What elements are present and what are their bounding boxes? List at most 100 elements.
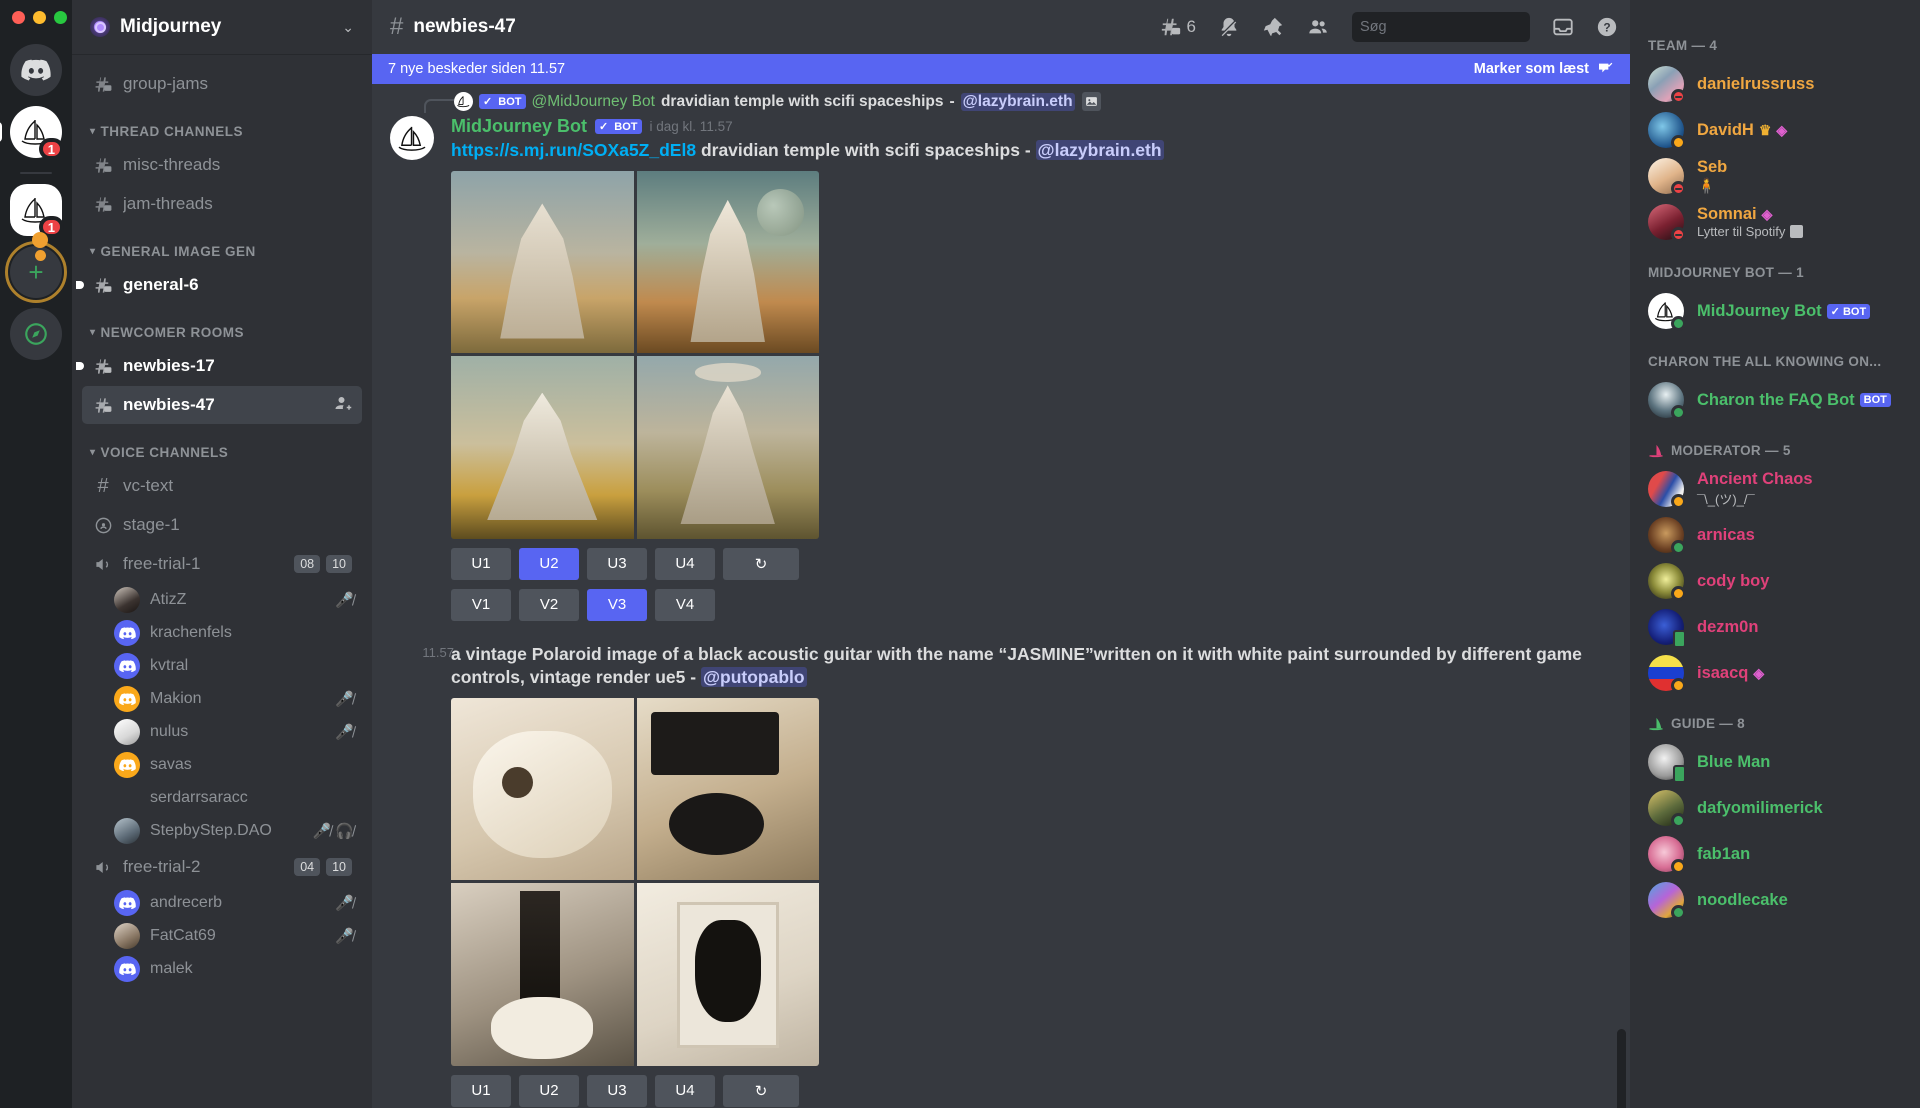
- voice-member-serdarrsaracc[interactable]: serdarrsaracc: [106, 782, 362, 814]
- search-input[interactable]: [1360, 19, 1547, 35]
- category-thread-channels[interactable]: ▾ THREAD CHANNELS: [72, 104, 372, 145]
- bot-badge: BOT: [1859, 393, 1891, 407]
- guild-header[interactable]: Midjourney ⌄: [72, 0, 372, 54]
- button-u3[interactable]: U3: [587, 1074, 647, 1107]
- member-row[interactable]: DavidH ♛ ◈: [1640, 107, 1910, 153]
- message-list[interactable]: ✓ BOT @MidJourney Bot dravidian temple w…: [372, 84, 1630, 1108]
- bell-muted-icon[interactable]: [1218, 16, 1240, 38]
- button-v4[interactable]: V4: [655, 588, 715, 621]
- image-cell[interactable]: [636, 356, 819, 539]
- voice-member-makion[interactable]: Makion 🎤̸: [106, 683, 362, 715]
- image-grid-dravidian-temple[interactable]: [451, 170, 819, 539]
- voice-member-krachenfels[interactable]: krachenfels: [106, 617, 362, 649]
- image-cell[interactable]: [636, 170, 819, 354]
- member-row[interactable]: isaacq ◈: [1640, 650, 1910, 696]
- maximize-button[interactable]: [54, 11, 67, 24]
- close-button[interactable]: [12, 11, 25, 24]
- member-row[interactable]: noodlecake: [1640, 877, 1910, 923]
- voice-member-kvtral[interactable]: kvtral: [106, 650, 362, 682]
- member-row[interactable]: Seb 🧍: [1640, 153, 1910, 199]
- search-box[interactable]: [1352, 12, 1547, 42]
- button-u2[interactable]: U2: [519, 1074, 579, 1107]
- member-row[interactable]: cody boy: [1640, 558, 1910, 604]
- sidebar-channel-newbies-17[interactable]: newbies-47 newbies-17: [76, 347, 362, 385]
- button-u4[interactable]: U4: [655, 1074, 715, 1107]
- image-grid-jasmine-guitar[interactable]: [451, 697, 819, 1066]
- message-scrollbar[interactable]: [1617, 1029, 1626, 1108]
- voice-member-atizz[interactable]: AtizZ 🎤̸: [106, 584, 362, 616]
- sidebar-channel-free-trial-2[interactable]: free-trial-2 04 10: [82, 848, 362, 886]
- category-newcomer-rooms[interactable]: ▾ NEWCOMER ROOMS: [72, 305, 372, 346]
- button-u2[interactable]: U2: [519, 547, 579, 580]
- pin-icon[interactable]: [1262, 16, 1284, 38]
- category-general-image-gen[interactable]: ▾ GENERAL IMAGE GEN: [72, 224, 372, 265]
- member-list[interactable]: TEAM — 4 danielrussruss DavidH ♛ ◈ Seb 🧍: [1630, 0, 1920, 1108]
- reply-mention[interactable]: @lazybrain.eth: [960, 92, 1075, 111]
- reply-reference[interactable]: ✓ BOT @MidJourney Bot dravidian temple w…: [390, 88, 1612, 114]
- minimize-button[interactable]: [33, 11, 46, 24]
- button-u1[interactable]: U1: [451, 1074, 511, 1107]
- voice-member-savas[interactable]: savas: [106, 749, 362, 781]
- sidebar-channel-jam-threads[interactable]: jam-threads: [82, 185, 362, 223]
- sidebar-channel-newbies-47[interactable]: newbies-47: [82, 386, 362, 424]
- member-row[interactable]: Somnai ◈ Lytter til Spotify: [1640, 199, 1910, 245]
- chevron-down-icon[interactable]: ⌄: [342, 19, 354, 36]
- voice-member-nulus[interactable]: nulus 🎤̸: [106, 716, 362, 748]
- image-cell[interactable]: [451, 356, 634, 539]
- sidebar-channel-free-trial-1[interactable]: free-trial-1 08 10: [82, 545, 362, 583]
- button-reroll[interactable]: ↻: [723, 547, 799, 580]
- voice-member-fatcat69[interactable]: FatCat69 🎤̸: [106, 920, 362, 952]
- member-row[interactable]: Ancient Chaos ¯\_(ツ)_/¯: [1640, 466, 1910, 512]
- channel-list[interactable]: group-jams ▾ THREAD CHANNELS misc-thread…: [72, 54, 372, 1108]
- member-row[interactable]: dezm0n: [1640, 604, 1910, 650]
- avatar[interactable]: [390, 116, 434, 160]
- voice-member-stepbystepdao[interactable]: StepbyStep.DAO 🎤̸ 🎧̸: [106, 815, 362, 847]
- member-row[interactable]: danielrussruss: [1640, 61, 1910, 107]
- member-row[interactable]: arnicas: [1640, 512, 1910, 558]
- mark-as-read-button[interactable]: Marker som læst: [1474, 61, 1614, 77]
- button-v1[interactable]: V1: [451, 588, 511, 621]
- button-u4[interactable]: U4: [655, 547, 715, 580]
- server-icon-midjourney-2[interactable]: 1: [10, 184, 64, 238]
- help-icon[interactable]: ?: [1596, 16, 1618, 38]
- button-reroll[interactable]: ↻: [723, 1074, 799, 1107]
- sidebar-channel-group-jams[interactable]: group-jams: [82, 65, 362, 103]
- create-invite-icon[interactable]: [334, 394, 352, 416]
- button-u1[interactable]: U1: [451, 547, 511, 580]
- member-row[interactable]: Blue Man: [1640, 739, 1910, 785]
- message-mention[interactable]: @putopablo: [700, 667, 807, 688]
- members-icon[interactable]: [1306, 16, 1330, 38]
- voice-member-andrecerb[interactable]: andrecerb 🎤̸: [106, 887, 362, 919]
- member-row[interactable]: Charon the FAQ Bot BOT: [1640, 377, 1910, 423]
- discord-home-icon[interactable]: [10, 44, 62, 96]
- window-traffic-lights[interactable]: [12, 11, 67, 24]
- message-link[interactable]: https://s.mj.run/SOXa5Z_dEl8: [451, 140, 696, 160]
- member-row[interactable]: fab1an: [1640, 831, 1910, 877]
- button-v2[interactable]: V2: [519, 588, 579, 621]
- sidebar-channel-misc-threads[interactable]: misc-threads: [82, 146, 362, 184]
- voice-member-malek[interactable]: malek: [106, 953, 362, 985]
- voice-member-name: nulus: [150, 723, 189, 740]
- image-cell[interactable]: [636, 697, 819, 881]
- button-u3[interactable]: U3: [587, 547, 647, 580]
- inbox-icon[interactable]: [1552, 16, 1574, 38]
- image-cell[interactable]: [636, 883, 819, 1066]
- image-cell[interactable]: [451, 170, 634, 354]
- member-row[interactable]: dafyomilimerick: [1640, 785, 1910, 831]
- member-row[interactable]: MidJourney Bot ✓ BOT: [1640, 288, 1910, 334]
- server-icon-home[interactable]: [10, 44, 62, 96]
- message-author[interactable]: MidJourney Bot: [451, 116, 587, 137]
- add-server-button[interactable]: +: [5, 232, 67, 303]
- server-icon-midjourney-1[interactable]: 1: [0, 106, 64, 160]
- image-cell[interactable]: [451, 697, 634, 881]
- sidebar-channel-stage-1[interactable]: stage-1: [82, 506, 362, 544]
- threads-icon[interactable]: 6: [1160, 16, 1196, 38]
- category-voice-channels[interactable]: ▾ VOICE CHANNELS: [72, 425, 372, 466]
- sidebar-channel-general-6[interactable]: general-6: [76, 266, 362, 304]
- explore-servers-button[interactable]: [10, 308, 62, 360]
- image-cell[interactable]: [451, 883, 634, 1066]
- button-v3[interactable]: V3: [587, 588, 647, 621]
- message-mention[interactable]: @lazybrain.eth: [1035, 140, 1164, 160]
- hash-icon: #: [97, 474, 109, 497]
- sidebar-channel-vc-text[interactable]: # vc-text: [82, 467, 362, 505]
